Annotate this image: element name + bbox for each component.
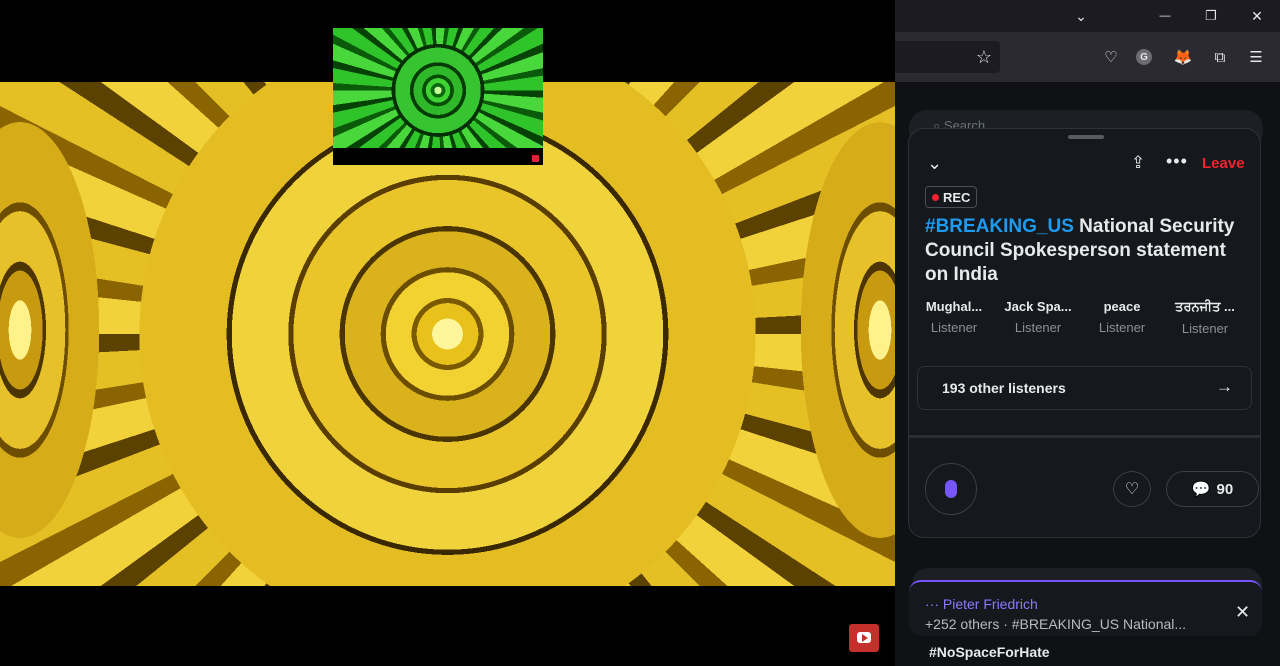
listener-name: ਤਰਨਜੀਤ ... — [1175, 299, 1235, 314]
notification-name: Pieter Friedrich — [942, 596, 1038, 612]
microphone-button[interactable] — [925, 463, 977, 515]
listener-item[interactable]: peace Listener — [1082, 299, 1162, 335]
listener-role: Listener — [930, 320, 978, 335]
chevron-down-icon[interactable]: ⌄ — [927, 153, 947, 173]
hashtag-link[interactable]: #NoSpaceForHate — [929, 644, 1050, 660]
picture-in-picture-video[interactable] — [333, 28, 543, 165]
restore-icon[interactable]: ❐ — [1188, 0, 1234, 32]
other-listeners-button[interactable]: 193 other listeners → — [917, 366, 1252, 410]
listener-name: Mughal... — [925, 299, 983, 314]
title-hashtag[interactable]: #BREAKING_US — [925, 216, 1074, 237]
green-mandala-thumbnail — [333, 28, 543, 148]
listener-name: Jack Spa... — [1004, 299, 1072, 314]
list-tabs-icon[interactable]: ⌄ — [1058, 0, 1104, 32]
account-avatar-icon[interactable]: G — [1136, 49, 1152, 65]
arrow-right-icon: → — [1216, 377, 1233, 396]
comment-bubble-icon: 💬 — [1191, 481, 1211, 498]
reaction-heart-button[interactable]: ♡ — [1113, 471, 1151, 507]
listener-role: Listener — [1098, 320, 1146, 335]
comment-count: 90 — [1216, 480, 1234, 498]
other-listeners-label: 193 other listeners — [942, 380, 1066, 396]
share-icon[interactable]: ⇪ — [1131, 153, 1145, 173]
rec-label: REC — [943, 189, 971, 205]
app-menu-icon[interactable]: ☰ — [1245, 46, 1267, 68]
minimize-icon[interactable]: — — [1142, 0, 1188, 32]
pip-badge-icon — [532, 155, 539, 162]
space-card: ⌄ ⇪ ••• Leave REC #BREAKING_US National … — [908, 128, 1261, 538]
close-icon[interactable]: ✕ — [1235, 602, 1250, 623]
space-notification[interactable]: ··· Pieter Friedrich +252 others · #BREA… — [909, 580, 1262, 636]
title-bar: ⌄ — ❐ ✕ — [895, 0, 1280, 32]
bookmark-star-icon[interactable]: ☆ — [973, 46, 995, 68]
listener-role: Listener — [1181, 321, 1229, 336]
close-window-icon[interactable]: ✕ — [1234, 0, 1280, 32]
youtube-icon[interactable] — [849, 624, 879, 652]
record-dot-icon — [932, 193, 939, 201]
comments-button[interactable]: 💬 90 — [1166, 471, 1259, 507]
listener-item[interactable]: Jack Spa... Listener — [998, 299, 1078, 335]
pocket-icon[interactable]: ♡ — [1100, 46, 1122, 68]
listener-item[interactable]: Mughal... Listener — [914, 299, 994, 335]
notification-title: ··· Pieter Friedrich — [925, 596, 1038, 612]
leave-button[interactable]: Leave — [1202, 155, 1245, 172]
metamask-fox-icon[interactable]: 🦊 — [1172, 46, 1194, 68]
more-options-icon[interactable]: ••• — [1166, 151, 1188, 172]
heart-plus-icon: ♡ — [1124, 481, 1140, 498]
video-player[interactable] — [0, 0, 960, 666]
listener-role: Listener — [1014, 320, 1062, 335]
browser-window: ⌄ — ❐ ✕ ☆ ♡ G 🦊 ⧉ ☰ ⌕ Search ⌄ ⇪ ••• Lea… — [895, 0, 1280, 666]
listener-name: peace — [1103, 299, 1141, 314]
drag-handle[interactable] — [1068, 135, 1104, 139]
divider — [909, 435, 1260, 438]
microphone-icon — [945, 480, 957, 498]
recording-badge: REC — [925, 186, 978, 208]
listener-item[interactable]: ਤਰਨਜੀਤ ... Listener — [1165, 299, 1245, 336]
notification-subtitle: +252 others · #BREAKING_US National... — [925, 616, 1187, 632]
space-title: #BREAKING_US National Security Council S… — [925, 215, 1250, 287]
extensions-puzzle-icon[interactable]: ⧉ — [1209, 46, 1231, 68]
more-dots-icon: ··· — [925, 596, 943, 612]
